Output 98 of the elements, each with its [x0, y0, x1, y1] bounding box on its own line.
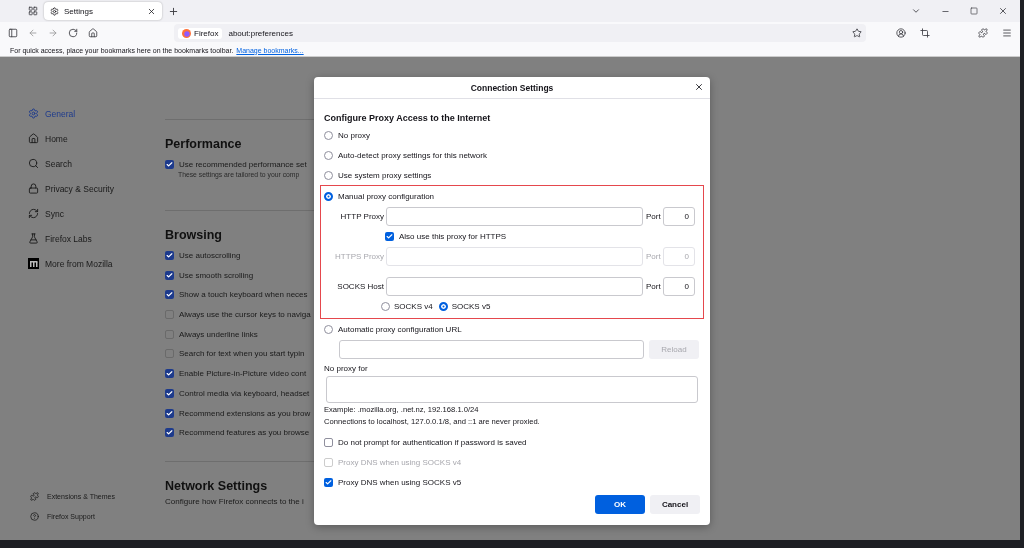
option-label: Always underline links: [179, 329, 258, 339]
flask-icon: [28, 233, 39, 244]
radio-button[interactable]: [381, 301, 390, 311]
checkbox[interactable]: [165, 408, 174, 418]
radio-button[interactable]: [324, 130, 333, 140]
option-label: Enable Picture-in-Picture video cont: [179, 369, 307, 379]
sync-icon: [28, 208, 39, 219]
checkbox[interactable]: [165, 388, 174, 398]
radio-label: No proxy: [338, 130, 370, 140]
no-proxy-label: No proxy for: [324, 364, 369, 373]
checkbox[interactable]: [165, 428, 174, 438]
host-field[interactable]: [386, 206, 643, 226]
sidebar-icon[interactable]: [8, 28, 18, 38]
option-label: Control media via keyboard, headset: [179, 388, 310, 398]
close-icon[interactable]: [147, 6, 156, 16]
sidebar-item[interactable]: Privacy & Security: [28, 176, 165, 201]
field-label: SOCKS Host: [336, 281, 385, 291]
checkbox[interactable]: [324, 477, 333, 487]
option-label: Use smooth scrolling: [179, 270, 254, 280]
sidebar-item[interactable]: Sync: [28, 201, 165, 226]
home-icon: [28, 133, 39, 144]
option-label: Recommend features as you browse: [179, 428, 310, 438]
radio-label: Automatic proxy configuration URL: [338, 324, 462, 334]
option-label: Show a touch keyboard when neces: [179, 290, 308, 300]
dialog-button[interactable]: OK: [595, 495, 645, 514]
field-label: HTTP Proxy: [339, 211, 385, 221]
option-label: Always use the cursor keys to naviga: [179, 310, 311, 320]
mozilla-logo-icon: [28, 258, 39, 269]
checkbox-label: Proxy DNS when using SOCKS v4: [338, 457, 462, 467]
settings-icon: [50, 6, 59, 16]
checkbox[interactable]: [165, 251, 174, 261]
settings-icon: [28, 108, 39, 119]
checkbox[interactable]: [165, 290, 174, 300]
radio-button[interactable]: [438, 301, 448, 311]
port-label: Port: [645, 281, 662, 291]
close-icon[interactable]: [998, 6, 1008, 16]
no-proxy-field[interactable]: [326, 376, 698, 403]
firefox-logo-icon: [182, 28, 191, 38]
checkbox[interactable]: [165, 369, 174, 379]
checkbox[interactable]: [165, 270, 174, 280]
port-label: Port: [645, 251, 662, 261]
dialog-heading: Configure Proxy Access to the Internet: [324, 113, 492, 123]
menu-icon[interactable]: [1002, 28, 1012, 38]
identity-chip[interactable]: Firefox: [178, 27, 223, 39]
help-icon: [30, 511, 39, 521]
url-text: about:preferences: [228, 28, 294, 38]
dialog-button[interactable]: Cancel: [650, 495, 700, 514]
chevron-down-icon[interactable]: [911, 6, 921, 16]
maximize-icon[interactable]: [970, 7, 978, 15]
tab-list-icon[interactable]: [28, 6, 38, 16]
puzzle-icon[interactable]: [978, 28, 988, 38]
port-field[interactable]: 0: [663, 276, 695, 296]
section-heading: Performance: [165, 137, 243, 151]
checkbox[interactable]: [324, 437, 333, 447]
radio-label: SOCKS v4: [394, 301, 433, 311]
sidebar-item[interactable]: Firefox Labs: [28, 226, 165, 251]
sidebar-item[interactable]: General: [28, 101, 165, 126]
radio-button[interactable]: [324, 150, 333, 160]
radio-label: Manual proxy configuration: [338, 191, 435, 201]
reload-icon[interactable]: [68, 28, 78, 38]
field-label: HTTPS Proxy: [334, 251, 385, 261]
radio-label: Auto-detect proxy settings for this network: [338, 150, 487, 160]
radio-label: SOCKS v5: [451, 301, 491, 311]
dialog-title: Connection Settings: [470, 82, 554, 93]
url-field[interactable]: [339, 340, 644, 359]
radio-button[interactable]: [324, 324, 333, 334]
lock-icon: [28, 183, 39, 194]
search-icon: [28, 158, 39, 169]
radio-button[interactable]: [324, 170, 333, 180]
account-icon[interactable]: [896, 28, 906, 38]
puzzle-icon: [30, 491, 39, 501]
star-icon[interactable]: [852, 28, 862, 38]
option-label: Search for text when you start typin: [179, 349, 305, 359]
close-icon[interactable]: [694, 82, 704, 92]
radio-label: Use system proxy settings: [338, 170, 432, 180]
browser-tab[interactable]: Settings: [44, 2, 162, 20]
checkbox-label: Do not prompt for authentication if password is saved: [338, 437, 527, 447]
option-label: Recommend extensions as you brow: [179, 408, 311, 418]
address-bar[interactable]: Firefox about:preferences: [174, 24, 866, 42]
host-field[interactable]: [386, 246, 643, 266]
checkbox[interactable]: [165, 160, 174, 170]
section-heading: Network Settings: [165, 478, 269, 493]
host-field[interactable]: [386, 276, 643, 296]
option-label: Use recommended performance set: [179, 160, 307, 170]
section-heading: Browsing: [165, 227, 223, 242]
crop-icon[interactable]: [920, 28, 930, 38]
sidebar-item[interactable]: More from Mozilla: [28, 251, 165, 276]
home-icon[interactable]: [88, 28, 98, 38]
checkbox-label: Proxy DNS when using SOCKS v5: [338, 477, 462, 487]
new-tab-icon[interactable]: [168, 5, 179, 17]
sidebar-item[interactable]: Search: [28, 151, 165, 176]
radio-button[interactable]: [324, 191, 333, 201]
checkbox-label: Also use this proxy for HTTPS: [399, 231, 507, 241]
option-label: Use autoscrolling: [179, 251, 241, 261]
port-field[interactable]: 0: [663, 206, 695, 226]
checkbox[interactable]: [385, 231, 394, 241]
sidebar-item[interactable]: Home: [28, 126, 165, 151]
port-label: Port: [645, 211, 662, 221]
